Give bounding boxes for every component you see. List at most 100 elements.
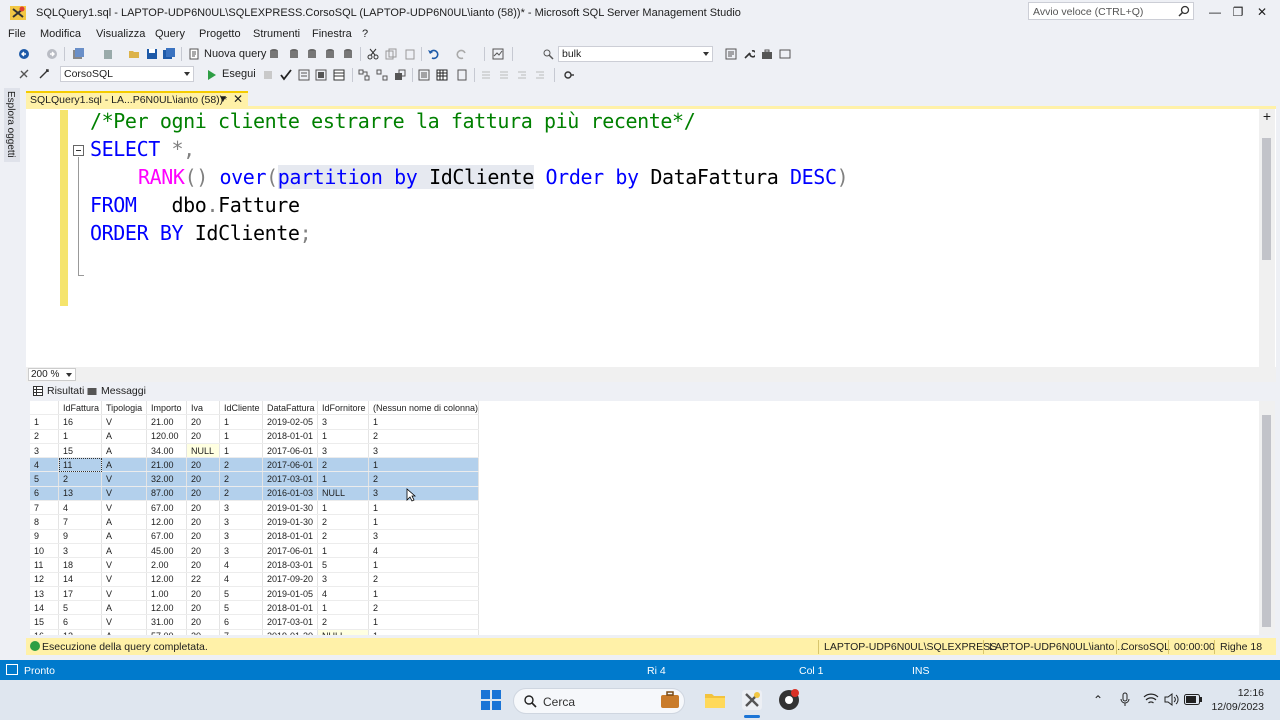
results-grid[interactable]: IdFattura Tipologia Importo Iva IdClient… (30, 401, 1268, 635)
cell-idfornitore[interactable]: 5 (317, 557, 369, 573)
dax-query-icon[interactable] (342, 48, 354, 60)
cell-row-number[interactable]: 11 (30, 557, 59, 573)
cell-iva[interactable]: 20 (186, 600, 220, 616)
cell-datafattura[interactable]: 2017-03-01 (262, 471, 318, 487)
cell-idcliente[interactable]: 2 (219, 457, 263, 473)
cell-idfornitore[interactable]: 3 (317, 443, 369, 459)
cell-idfornitore[interactable]: 1 (317, 500, 369, 516)
battery-icon[interactable] (1184, 694, 1202, 705)
cell-idcliente[interactable]: 4 (219, 557, 263, 573)
save-all-icon[interactable] (163, 48, 175, 60)
cell-idfattura[interactable]: 11 (58, 457, 102, 473)
mdx-query-icon[interactable] (288, 48, 300, 60)
pin-icon[interactable]: ▼ (218, 94, 228, 105)
cell-tipologia[interactable]: A (101, 457, 147, 473)
cell-idfattura[interactable]: 16 (58, 414, 102, 430)
cell-rank[interactable]: 1 (368, 457, 480, 473)
query-designer-icon[interactable] (315, 69, 327, 81)
column-header-tipologia[interactable]: Tipologia (101, 401, 147, 416)
cell-tipologia[interactable]: A (101, 629, 147, 635)
cell-row-number[interactable]: 1 (30, 414, 59, 430)
cell-row-number[interactable]: 7 (30, 500, 59, 516)
table-row[interactable]: 1 16 V 21.00 20 1 2019-02-05 3 1 (30, 414, 480, 430)
cell-row-number[interactable]: 15 (30, 614, 59, 630)
cell-idfattura[interactable]: 1 (58, 429, 102, 444)
table-row[interactable]: 15 6 V 31.00 20 6 2017-03-01 2 1 (30, 614, 480, 630)
tray-chevron-up-icon[interactable]: ⌃ (1093, 693, 1103, 707)
table-row[interactable]: 9 9 A 67.00 20 3 2018-01-01 2 3 (30, 529, 480, 544)
cell-idcliente[interactable]: 3 (219, 543, 263, 559)
cell-rank[interactable]: 3 (368, 443, 480, 459)
column-header-iva[interactable]: Iva (186, 401, 220, 416)
cell-idcliente[interactable]: 7 (219, 629, 263, 635)
cell-idcliente[interactable]: 2 (219, 471, 263, 487)
cell-iva[interactable]: 20 (186, 529, 220, 544)
cell-importo[interactable]: 21.00 (146, 414, 187, 430)
cell-datafattura[interactable]: 2018-01-01 (262, 429, 318, 444)
cell-tipologia[interactable]: V (101, 486, 147, 502)
menu-query[interactable]: Query (155, 28, 185, 40)
cell-idcliente[interactable]: 3 (219, 500, 263, 516)
document-tab-sqlquery1[interactable]: SQLQuery1.sql - LA...P6N0UL\ianto (58))*… (26, 91, 248, 107)
cell-row-number[interactable]: 16 (30, 629, 59, 635)
cell-iva[interactable]: 20 (186, 414, 220, 430)
cell-tipologia[interactable]: V (101, 557, 147, 573)
menu-help[interactable]: ? (362, 28, 368, 40)
cell-iva[interactable]: 20 (186, 429, 220, 444)
cell-tipologia[interactable]: A (101, 514, 147, 530)
cell-rank[interactable]: 2 (368, 429, 480, 444)
cell-importo[interactable]: 12.00 (146, 572, 187, 587)
table-row[interactable]: 8 7 A 12.00 20 3 2019-01-30 2 1 (30, 514, 480, 530)
cell-datafattura[interactable]: 2017-06-01 (262, 457, 318, 473)
cell-idfattura[interactable]: 18 (58, 557, 102, 573)
editor-scroll-thumb[interactable] (1262, 138, 1271, 260)
activity-monitor-icon[interactable] (492, 48, 504, 60)
column-header-importo[interactable]: Importo (146, 401, 187, 416)
cell-datafattura[interactable]: 2018-03-01 (262, 557, 318, 573)
table-row[interactable]: 10 3 A 45.00 20 3 2017-06-01 1 4 (30, 543, 480, 559)
cell-importo[interactable]: 21.00 (146, 457, 187, 473)
table-row[interactable]: 7 4 V 67.00 20 3 2019-01-30 1 1 (30, 500, 480, 516)
column-header-idfornitore[interactable]: IdFornitore (317, 401, 369, 416)
cell-datafattura[interactable]: 2016-01-03 (262, 486, 318, 502)
cell-rank[interactable]: 1 (368, 500, 480, 516)
cell-row-number[interactable]: 13 (30, 586, 59, 602)
client-stats-icon[interactable] (394, 69, 406, 81)
zoom-combo[interactable]: 200 % (28, 368, 76, 381)
cell-datafattura[interactable]: 2019-01-30 (262, 514, 318, 530)
cell-rank[interactable]: 2 (368, 600, 480, 616)
find-in-files-icon[interactable] (542, 48, 554, 60)
cell-iva[interactable]: 20 (186, 586, 220, 602)
new-query-icon[interactable] (188, 48, 200, 60)
increase-indent-icon[interactable] (534, 69, 546, 81)
column-header-idcliente[interactable]: IdCliente (219, 401, 263, 416)
toolbox-icon[interactable] (761, 48, 773, 60)
cell-datafattura[interactable]: 2017-09-20 (262, 572, 318, 587)
cell-tipologia[interactable]: A (101, 529, 147, 544)
connect-icon[interactable] (18, 68, 30, 80)
cell-idcliente[interactable]: 6 (219, 614, 263, 630)
cell-idcliente[interactable]: 3 (219, 514, 263, 530)
cell-idfattura[interactable]: 12 (58, 629, 102, 635)
table-row[interactable]: 1612A57.002072019-01-30NULL1 (30, 629, 480, 635)
table-row[interactable]: 12 14 V 12.00 22 4 2017-09-20 3 2 (30, 572, 480, 587)
cell-importo[interactable]: 67.00 (146, 529, 187, 544)
cell-datafattura[interactable]: 2018-01-01 (262, 529, 318, 544)
menu-strumenti[interactable]: Strumenti (253, 28, 300, 40)
cell-tipologia[interactable]: V (101, 572, 147, 587)
cell-idcliente[interactable]: 5 (219, 586, 263, 602)
tab-messages[interactable]: Messaggi (101, 385, 146, 397)
cell-tipologia[interactable]: V (101, 500, 147, 516)
cell-row-number[interactable]: 10 (30, 543, 59, 559)
cell-row-number[interactable]: 8 (30, 514, 59, 530)
table-row[interactable]: 5 2 V 32.00 20 2 2017-03-01 1 2 (30, 471, 480, 487)
column-header-idfattura[interactable]: IdFattura (58, 401, 102, 416)
cell-idfornitore[interactable]: 1 (317, 543, 369, 559)
uncomment-icon[interactable] (498, 69, 510, 81)
cell-rank[interactable]: 1 (368, 586, 480, 602)
add-item-icon[interactable] (102, 48, 114, 60)
cell-rank[interactable]: 2 (368, 572, 480, 587)
cell-iva[interactable]: 20 (186, 629, 220, 635)
cell-idfattura[interactable]: 13 (58, 486, 102, 502)
paste-icon[interactable] (404, 48, 416, 60)
